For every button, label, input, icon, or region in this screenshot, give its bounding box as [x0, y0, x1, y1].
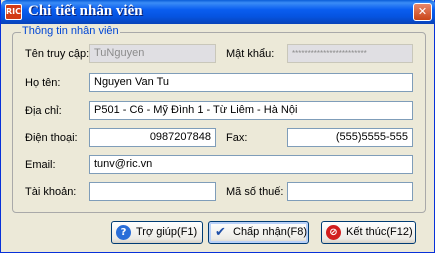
email-field[interactable]: tunv@ric.vn [89, 155, 413, 174]
app-logo-icon: RIC [5, 4, 22, 20]
title-bar[interactable]: RIC Chi tiết nhân viên ✕ [1, 0, 435, 24]
stop-icon: ⊘ [326, 225, 341, 240]
email-label: Email: [25, 159, 56, 171]
accept-button-label: Chấp nhận(F8) [233, 226, 307, 238]
username-field[interactable]: TuNguyen [89, 44, 216, 63]
question-icon: ? [116, 225, 131, 240]
fax-field[interactable]: (555)5555-555 [287, 128, 413, 147]
dialog-window: RIC Chi tiết nhân viên ✕ Thông tin nhân … [0, 0, 435, 253]
username-label: Tên truy cập: [25, 48, 90, 60]
fullname-field[interactable]: Nguyen Van Tu [89, 73, 413, 92]
tax-field[interactable] [287, 182, 413, 201]
address-label: Địa chỉ: [25, 105, 62, 117]
accept-button[interactable]: ✔ Chấp nhận(F8) [208, 221, 309, 244]
group-legend: Thông tin nhân viên [21, 25, 120, 37]
checkmark-icon: ✔ [215, 225, 226, 240]
exit-button[interactable]: ⊘ Kết thúc(F12) [321, 221, 416, 244]
phone-label: Điện thoại: [25, 132, 78, 144]
window-title: Chi tiết nhân viên [28, 3, 143, 19]
account-label: Tài khoản: [25, 186, 77, 198]
address-field[interactable]: P501 - C6 - Mỹ Đình 1 - Từ Liêm - Hà Nội [89, 101, 413, 120]
password-label: Mật khẩu: [226, 48, 275, 60]
fax-label: Fax: [226, 132, 248, 144]
help-button-label: Trợ giúp(F1) [136, 226, 198, 238]
account-field[interactable] [89, 182, 216, 201]
close-button[interactable]: ✕ [413, 3, 432, 21]
help-button[interactable]: ? Trợ giúp(F1) [111, 221, 203, 244]
password-field[interactable]: ************************ [287, 44, 413, 63]
fullname-label: Họ tên: [25, 77, 61, 89]
exit-button-label: Kết thúc(F12) [346, 226, 413, 238]
phone-field[interactable]: 0987207848 [89, 128, 216, 147]
tax-label: Mã số thuế: [226, 186, 284, 198]
